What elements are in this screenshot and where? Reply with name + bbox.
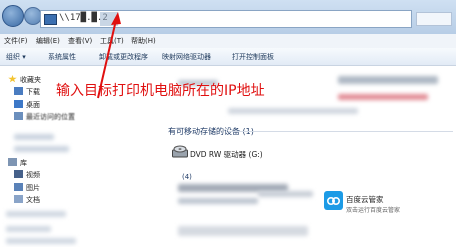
star-icon <box>8 75 17 83</box>
uninstall-program-button[interactable]: 卸载或更改程序 <box>99 52 148 62</box>
blurred-region <box>178 198 258 204</box>
blurred-region <box>228 108 358 114</box>
menu-file[interactable]: 文件(F) <box>4 36 28 46</box>
command-toolbar: 组织 ▾ 系统属性 卸载或更改程序 映射网络驱动器 打开控制面板 <box>0 48 456 66</box>
sidebar-item-videos[interactable]: 视频 <box>26 170 40 180</box>
divider <box>228 131 453 132</box>
documents-icon <box>14 195 23 203</box>
menu-help[interactable]: 帮助(H) <box>131 36 156 46</box>
map-network-drive-button[interactable]: 映射网络驱动器 <box>162 52 211 62</box>
blurred-region <box>258 191 313 197</box>
sidebar-item-desktop[interactable]: 桌面 <box>26 100 40 110</box>
baidu-cloud-subtitle: 双击运行百度云管家 <box>346 207 401 214</box>
menu-bar: 文件(F) 编辑(E) 查看(V) 工具(T) 帮助(H) <box>0 34 456 49</box>
dvd-drive-label[interactable]: DVD RW 驱动器 (G:) <box>190 149 263 160</box>
recent-places-icon <box>14 112 23 120</box>
download-icon <box>14 87 23 95</box>
blurred-region <box>6 211 66 217</box>
address-bar[interactable]: \\17█.█.2 <box>40 10 412 28</box>
sidebar-item-pictures[interactable]: 图片 <box>26 183 40 193</box>
search-box[interactable] <box>416 12 452 26</box>
menu-tools[interactable]: 工具(T) <box>100 36 124 46</box>
sidebar-library[interactable]: 库 <box>20 158 27 168</box>
desktop-icon <box>14 100 23 108</box>
sidebar-item-recent[interactable]: 最近访问的位置 <box>26 112 75 122</box>
back-button[interactable] <box>2 5 24 27</box>
annotation-text: 输入目标打印机电脑所在的IP地址 <box>56 83 265 99</box>
window-top-bar: \\17█.█.2 <box>0 0 456 34</box>
menu-view[interactable]: 查看(V) <box>68 36 92 46</box>
sidebar-item-documents[interactable]: 文档 <box>26 195 40 205</box>
sidebar-favorites[interactable]: 收藏夹 <box>20 75 41 85</box>
sidebar-item-downloads[interactable]: 下载 <box>26 87 40 97</box>
blurred-region <box>338 94 428 100</box>
blurred-region <box>6 238 76 244</box>
baidu-cloud-title[interactable]: 百度云管家 <box>346 194 384 205</box>
organize-button[interactable]: 组织 ▾ <box>6 52 26 62</box>
computer-icon <box>44 14 57 25</box>
system-properties-button[interactable]: 系统属性 <box>48 52 76 62</box>
library-icon <box>8 158 17 166</box>
baidu-cloud-icon <box>324 191 343 210</box>
pictures-icon <box>14 183 23 191</box>
menu-edit[interactable]: 编辑(E) <box>36 36 60 46</box>
dvd-drive-icon <box>172 143 188 158</box>
open-control-panel-button[interactable]: 打开控制面板 <box>232 52 274 62</box>
blurred-region <box>178 226 308 236</box>
blurred-region <box>14 134 54 140</box>
blurred-region <box>6 226 51 232</box>
blurred-region <box>14 146 69 152</box>
video-icon <box>14 170 23 178</box>
blurred-region <box>338 76 438 84</box>
blurred-region <box>100 12 118 26</box>
network-location-count: (4) <box>182 173 192 181</box>
